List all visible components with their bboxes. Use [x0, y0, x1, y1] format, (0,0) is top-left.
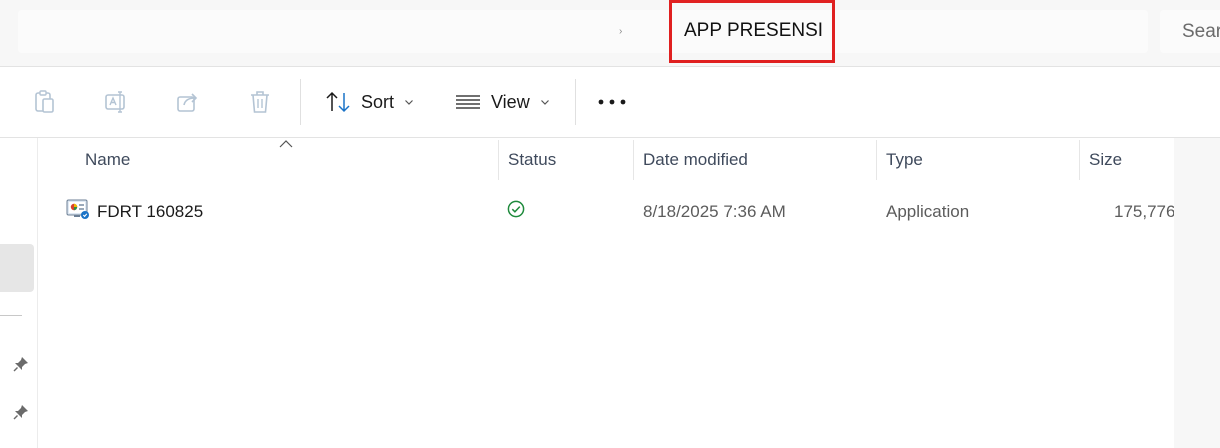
sort-button[interactable]: Sort — [325, 87, 414, 117]
file-name[interactable]: FDRT 160825 — [97, 202, 203, 222]
column-separator[interactable] — [876, 140, 877, 180]
column-separator[interactable] — [1079, 140, 1080, 180]
command-bar: Sort View — [0, 67, 1220, 138]
column-header-type[interactable]: Type — [886, 150, 923, 170]
breadcrumb-separator[interactable]: › — [619, 26, 622, 37]
details-pane — [1174, 138, 1220, 448]
search-placeholder: Search — [1182, 21, 1220, 42]
search-input[interactable]: Search — [1160, 10, 1220, 53]
view-list-icon — [456, 95, 480, 109]
column-header-size[interactable]: Size — [1089, 150, 1122, 170]
file-type: Application — [886, 202, 970, 221]
toolbar-divider — [575, 79, 576, 125]
table-row[interactable]: FDRT 160825 8/18/2025 7:36 AM Applicatio… — [38, 192, 1174, 232]
sort-icon — [326, 91, 350, 113]
toolbar-divider — [300, 79, 301, 125]
file-size-cell: 175,776 KB — [1078, 192, 1174, 232]
clipboard-icon[interactable] — [31, 89, 57, 115]
share-icon[interactable] — [175, 89, 201, 115]
pin-icon[interactable] — [12, 403, 30, 421]
view-label: View — [491, 91, 530, 112]
file-list: Name Status Date modified Type Size FDRT… — [38, 138, 1174, 448]
rename-icon[interactable] — [103, 89, 129, 115]
breadcrumb-current-folder[interactable]: APP PRESENSI — [669, 0, 835, 63]
chevron-down-icon — [540, 100, 549, 105]
pin-icon[interactable] — [12, 355, 30, 373]
ellipsis-icon[interactable] — [597, 94, 627, 110]
column-separator[interactable] — [633, 140, 634, 180]
sort-ascending-indicator-icon — [279, 140, 293, 148]
breadcrumb-folder-label: APP PRESENSI — [684, 20, 824, 41]
trash-icon[interactable] — [247, 89, 273, 115]
column-separator[interactable] — [498, 140, 499, 180]
application-file-icon — [66, 199, 89, 219]
file-date-modified: 8/18/2025 7:36 AM — [643, 202, 786, 221]
column-header-name[interactable]: Name — [85, 150, 130, 170]
sort-label: Sort — [361, 91, 395, 112]
view-button[interactable]: View — [455, 87, 550, 117]
address-bar-row: › APP PRESENSI Search — [0, 0, 1220, 67]
nav-selected-item[interactable] — [0, 244, 34, 292]
file-size: 175,776 KB — [1114, 202, 1174, 221]
navigation-pane — [0, 138, 38, 448]
column-header-status[interactable]: Status — [508, 150, 556, 170]
sync-status-check-icon — [507, 200, 525, 218]
address-bar[interactable] — [18, 10, 1148, 53]
chevron-down-icon — [405, 100, 413, 105]
column-header-date-modified[interactable]: Date modified — [643, 150, 748, 170]
nav-divider — [0, 315, 22, 316]
